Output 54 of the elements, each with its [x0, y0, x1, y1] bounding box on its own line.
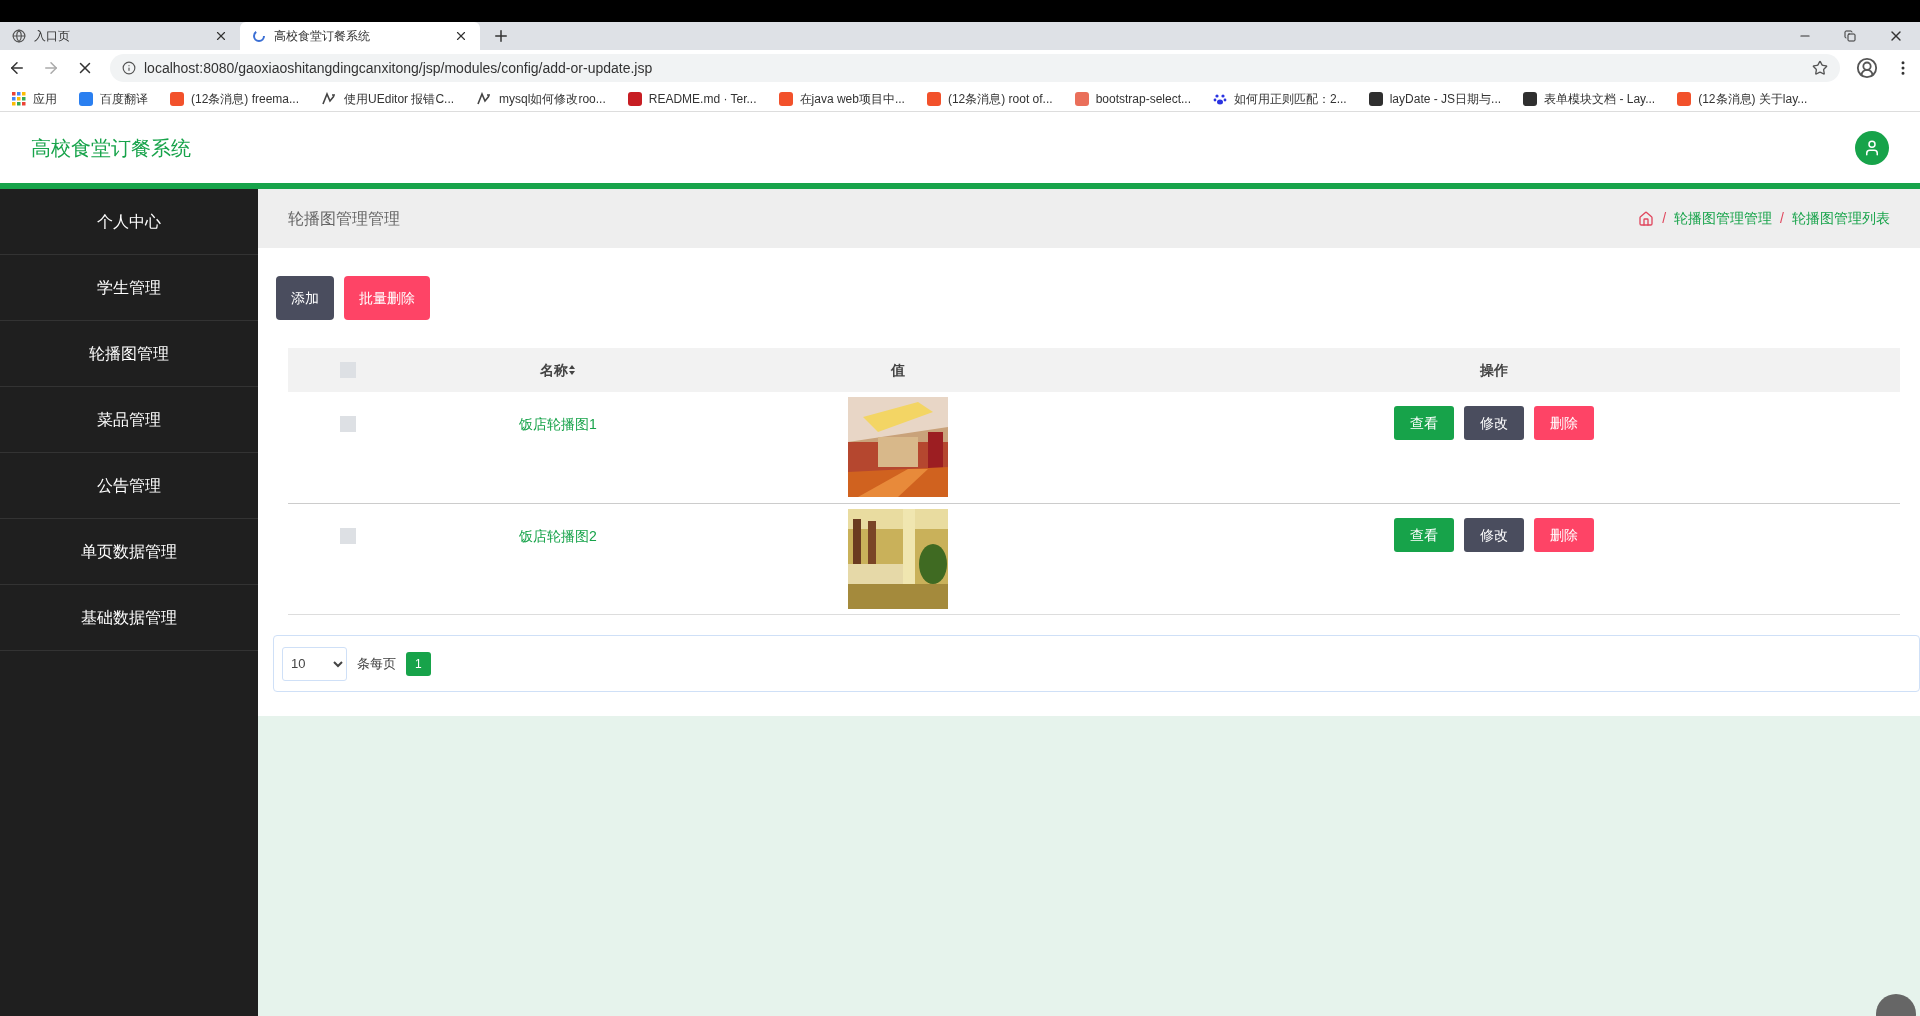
bookmark-item[interactable]: 表单模块文档 - Lay... — [1523, 89, 1656, 108]
sidebar-item[interactable]: 菜品管理 — [0, 387, 258, 453]
per-page-label: 条每页 — [357, 654, 396, 673]
page-size-select[interactable]: 10 — [282, 646, 347, 681]
bookmark-item[interactable]: (12条消息) 关于lay... — [1677, 89, 1808, 108]
edit-button[interactable]: 修改 — [1464, 518, 1524, 552]
row-checkbox[interactable] — [340, 416, 356, 432]
sidebar-item[interactable]: 基础数据管理 — [0, 585, 258, 651]
bookmark-item[interactable]: bootstrap-select... — [1074, 89, 1191, 108]
row-checkbox[interactable] — [340, 528, 356, 544]
home-icon[interactable] — [1638, 210, 1655, 227]
profile-icon[interactable] — [1856, 57, 1878, 79]
app-title: 高校食堂订餐系统 — [31, 135, 191, 161]
bookmark-item[interactable]: 如何用正则匹配：2... — [1213, 89, 1347, 108]
bookmark-item[interactable]: (12条消息) freema... — [170, 89, 300, 108]
favicon-icon — [476, 91, 493, 106]
bookmark-item[interactable]: 在java web项目中... — [778, 89, 905, 108]
bookmark-item[interactable]: layDate - JS日期与... — [1368, 89, 1502, 108]
apps-grid-icon — [12, 91, 26, 106]
globe-icon — [12, 29, 26, 43]
close-icon[interactable] — [214, 29, 228, 43]
bookmark-item[interactable]: 使用UEditor 报错C... — [321, 89, 455, 108]
breadcrumb-separator: / — [1662, 209, 1667, 228]
restore-icon[interactable] — [1844, 30, 1856, 42]
breadcrumb-separator: / — [1780, 209, 1784, 228]
sort-icon[interactable] — [568, 364, 576, 376]
column-header: 操作 — [1480, 360, 1508, 380]
sidebar-item[interactable]: 轮播图管理 — [0, 321, 258, 387]
column-header: 值 — [891, 360, 905, 380]
bookmark-item[interactable]: 百度翻译 — [79, 89, 148, 108]
new-tab-icon[interactable] — [492, 27, 510, 45]
edit-button[interactable]: 修改 — [1464, 406, 1524, 440]
bookmark-item[interactable]: mysql如何修改roo... — [476, 89, 606, 108]
column-header[interactable]: 名称 — [540, 359, 576, 381]
sidebar-item[interactable]: 单页数据管理 — [0, 519, 258, 585]
browser-tab[interactable]: 高校食堂订餐系统 — [240, 22, 480, 50]
url-text: localhost:8080/gaoxiaoshitangdingcanxitong/jsp/modules/config/add-or-update.jsp — [144, 58, 654, 78]
bookmark-star-icon[interactable] — [1812, 60, 1828, 76]
page-title: 轮播图管理管理 — [288, 208, 400, 229]
info-icon[interactable] — [122, 61, 136, 75]
bookmark-item[interactable]: README.md · Ter... — [627, 89, 757, 108]
address-bar[interactable]: localhost:8080/gaoxiaoshitangdingcanxitong/jsp/modules/config/add-or-update.jsp — [110, 54, 1840, 82]
add-button[interactable]: 添加 — [276, 276, 334, 320]
bookmark-item[interactable]: (12条消息) root of... — [926, 89, 1053, 108]
sidebar-item[interactable]: 学生管理 — [0, 255, 258, 321]
tab-title: 高校食堂订餐系统 — [274, 28, 371, 45]
user-avatar-icon[interactable] — [1855, 130, 1889, 165]
favicon-icon — [321, 91, 338, 106]
bookmark-item[interactable]: 应用 — [12, 89, 57, 108]
loading-icon — [252, 29, 266, 43]
sidebar-item[interactable]: 公告管理 — [0, 453, 258, 519]
back-icon[interactable] — [8, 59, 26, 77]
close-icon[interactable] — [454, 29, 468, 43]
tab-title: 入口页 — [34, 28, 71, 45]
